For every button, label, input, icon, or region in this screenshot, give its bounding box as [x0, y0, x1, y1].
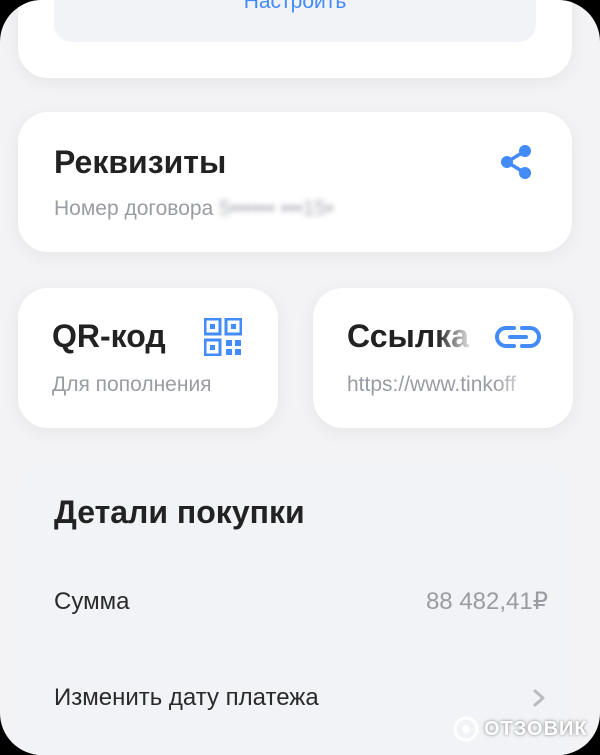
purchase-details-title: Детали покупки	[54, 494, 305, 530]
chevron-right-icon	[533, 689, 545, 707]
watermark-text: ОТЗОВИК	[484, 717, 588, 740]
qr-code-icon	[204, 318, 242, 356]
share-icon[interactable]	[496, 142, 536, 182]
requisites-title: Реквизиты	[54, 144, 227, 180]
settings-card: Настроить	[18, 0, 572, 78]
link-icon	[495, 326, 541, 348]
app-screen: Настроить Реквизиты Номер договора 5••••…	[0, 0, 600, 755]
qr-code-title: QR-код	[52, 318, 166, 354]
qr-code-subtitle: Для пополнения	[52, 373, 212, 396]
link-url: https://www.tinkoff	[347, 373, 516, 396]
contract-number-masked: 5•••••• •••15•	[219, 197, 334, 220]
qr-code-card[interactable]: QR-код Для пополнения	[18, 288, 278, 428]
sum-value: 88 482,41₽	[425, 588, 548, 615]
change-payment-date-label: Изменить дату платежа	[54, 684, 319, 711]
otzovik-logo-icon	[453, 716, 479, 742]
link-title: Ссылка	[347, 318, 469, 354]
link-card[interactable]: Ссылка https://www.tinkoff	[313, 288, 573, 428]
sum-label: Сумма	[54, 588, 130, 615]
contract-number: Номер договора 5•••••• •••15•	[54, 196, 394, 222]
contract-label: Номер договора	[54, 197, 214, 220]
requisites-card[interactable]: Реквизиты Номер договора 5•••••• •••15•	[18, 112, 572, 252]
settings-inner-panel: Настроить	[54, 0, 536, 42]
otzovik-watermark: ОТЗОВИК	[452, 712, 588, 746]
sum-row: Сумма 88 482,41₽	[54, 582, 548, 622]
configure-link[interactable]: Настроить	[54, 0, 536, 14]
